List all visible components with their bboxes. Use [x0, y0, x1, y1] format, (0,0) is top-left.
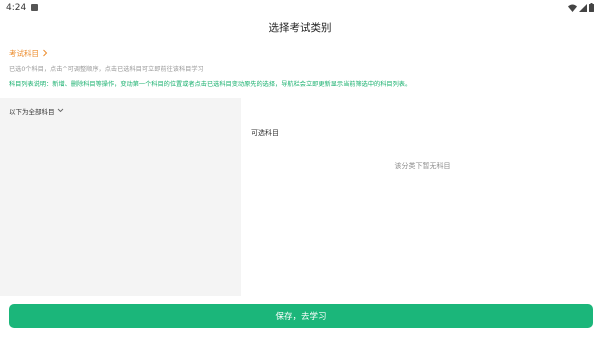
chevron-right-icon	[42, 49, 48, 57]
battery-icon	[589, 3, 594, 12]
wifi-icon	[568, 4, 577, 12]
status-left: 4:24	[6, 2, 39, 13]
content-area: 以下为全部科目 可选科目 该分类下暂无科目	[0, 98, 600, 296]
app-header: 选择考试类别	[0, 15, 600, 39]
exam-subject-link[interactable]: 考试科目	[9, 47, 591, 59]
chevron-down-icon	[57, 107, 64, 115]
bottom-bar: 保存，去学习	[0, 296, 600, 338]
subject-panel: 可选科目 该分类下暂无科目	[241, 98, 600, 296]
signal-icon	[579, 3, 587, 12]
status-right	[568, 3, 594, 12]
status-bar: 4:24	[0, 0, 600, 15]
all-subjects-dropdown[interactable]: 以下为全部科目	[9, 106, 64, 116]
page-title: 选择考试类别	[268, 21, 332, 34]
exam-subject-label: 考试科目	[9, 48, 39, 58]
all-subjects-label: 以下为全部科目	[9, 108, 55, 116]
optional-subjects-label: 可选科目	[251, 129, 279, 137]
info-section: 考试科目 已选0个科目，点击^可调整顺序，点击已选科目可立即前往该科目学习 科目…	[0, 39, 600, 98]
list-notice: 科目列表说明：新增、删除科目等操作，变动第一个科目的位置或者点击已选科目变动原先…	[9, 81, 412, 88]
selected-hint: 已选0个科目，点击^可调整顺序，点击已选科目可立即前往该科目学习	[9, 66, 204, 73]
category-panel: 以下为全部科目	[0, 98, 241, 296]
notification-icon	[31, 4, 39, 11]
empty-message: 该分类下暂无科目	[394, 162, 451, 170]
status-time: 4:24	[6, 2, 27, 13]
save-study-button[interactable]: 保存，去学习	[9, 304, 593, 328]
